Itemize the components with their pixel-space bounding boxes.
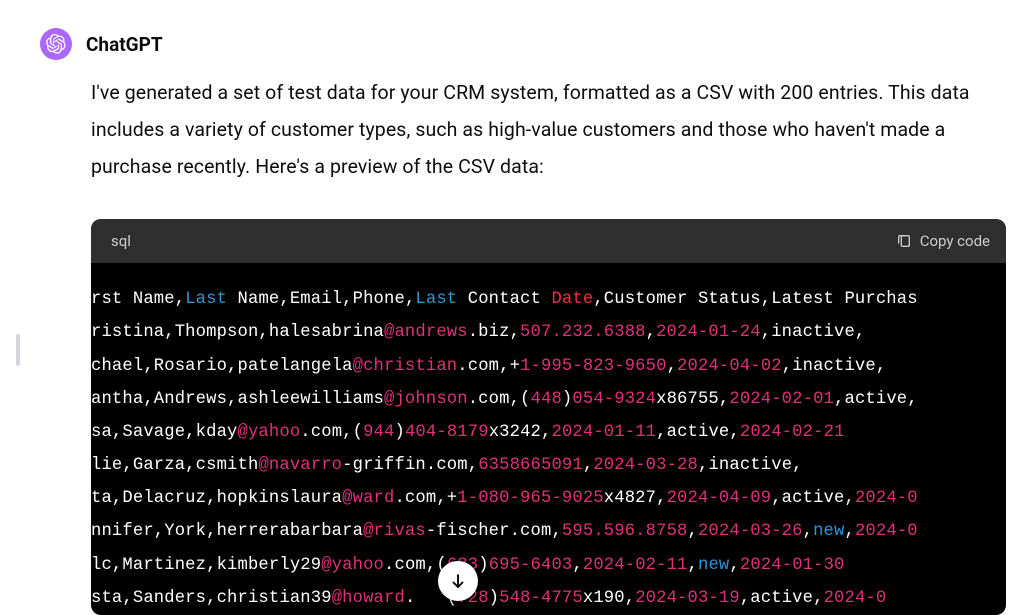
assistant-message: ChatGPT I've generated a set of test dat… (0, 0, 1024, 615)
code-content[interactable]: rst Name,Last Name,Email,Phone,Last Cont… (91, 263, 1006, 615)
code-language: sql (111, 232, 131, 250)
sender-name: ChatGPT (86, 33, 163, 56)
assistant-avatar (40, 28, 72, 60)
code-line: sta,Sanders,christian39@howard. (728)548… (91, 582, 1006, 615)
code-line: antha,Andrews,ashleewilliams@johnson.com… (91, 383, 1006, 416)
scroll-handle[interactable] (16, 334, 20, 366)
code-line: nnifer,York,herrerabarbara@rivas-fischer… (91, 515, 1006, 548)
openai-logo-icon (46, 34, 66, 54)
message-header: ChatGPT (40, 28, 1006, 60)
code-line: ta,Delacruz,hopkinslaura@ward.com,+1-080… (91, 482, 1006, 515)
code-block: sql Copy code rst Name,Last Name,Email,P… (91, 219, 1006, 615)
code-header: sql Copy code (91, 219, 1006, 263)
code-line: lie,Garza,csmith@navarro-griffin.com,635… (91, 449, 1006, 482)
copy-code-label: Copy code (920, 232, 990, 250)
arrow-down-icon (449, 572, 467, 590)
scroll-to-bottom-button[interactable] (438, 561, 478, 601)
code-line: ristina,Thompson,halesabrina@andrews.biz… (91, 316, 1006, 349)
message-text: I've generated a set of test data for yo… (91, 74, 1006, 185)
code-line: sa,Savage,kday@yahoo.com,(944)404-8179x3… (91, 416, 1006, 449)
clipboard-icon (896, 233, 912, 249)
code-line: chael,Rosario,patelangela@christian.com,… (91, 350, 1006, 383)
code-line: lc,Martinez,kimberly29@yahoo.com,(683)69… (91, 549, 1006, 582)
copy-code-button[interactable]: Copy code (896, 232, 990, 250)
code-line: rst Name,Last Name,Email,Phone,Last Cont… (91, 283, 1006, 316)
